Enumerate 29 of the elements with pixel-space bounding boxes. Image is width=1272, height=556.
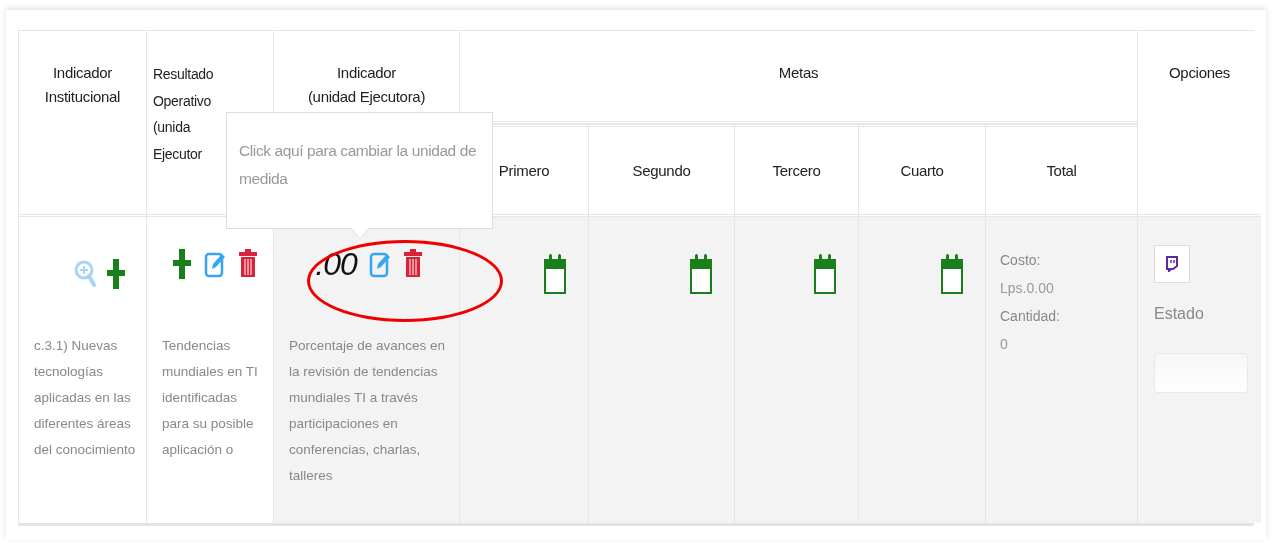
cell-text: Tendencias mundiales en TI identificadas para su posible aplicación o — [162, 337, 259, 459]
cell-text: Porcentaje de avances en la revisión de tendencias mundiales TI a través participaciones en conferencias, charlas, talleres — [289, 337, 447, 485]
add-icon[interactable] — [172, 247, 192, 281]
quantity-value: 0 — [1000, 335, 1009, 354]
add-icon[interactable] — [106, 257, 126, 291]
chat-icon — [1166, 256, 1178, 272]
column-header: Total — [1046, 160, 1077, 181]
cost-value: Lps.0.00 — [1000, 279, 1055, 298]
calendar-icon[interactable] — [690, 253, 712, 295]
column-header: Resultado Operativo (unida Ejecutor — [153, 65, 214, 164]
status-button[interactable] — [1154, 245, 1190, 283]
status-label: Estado — [1154, 305, 1205, 323]
tooltip-text: Click aquí para cambiar la unidad de medida — [239, 141, 478, 189]
cell-text: c.3.1) Nuevas tecnologías aplicadas en las diferentes áreas del conocimiento — [34, 337, 136, 459]
trash-icon[interactable] — [402, 248, 423, 280]
column-header: Indicador Institucional — [43, 63, 122, 107]
cost-label: Costo: — [1000, 251, 1042, 270]
calendar-icon[interactable] — [941, 253, 963, 295]
trash-icon[interactable] — [238, 248, 258, 280]
column-header: Opciones — [1169, 63, 1230, 83]
column-header: Segundo — [632, 160, 691, 181]
column-header: Cuarto — [900, 160, 944, 181]
column-header: Metas — [778, 63, 819, 83]
calendar-icon[interactable] — [814, 253, 836, 295]
column-header: Tercero — [772, 160, 821, 181]
column-header: Indicador (unidad Ejecutora) — [307, 63, 426, 107]
column-header: Primero — [498, 160, 550, 181]
quantity-label: Cantidad: — [1000, 307, 1061, 326]
calendar-icon[interactable] — [544, 253, 566, 295]
